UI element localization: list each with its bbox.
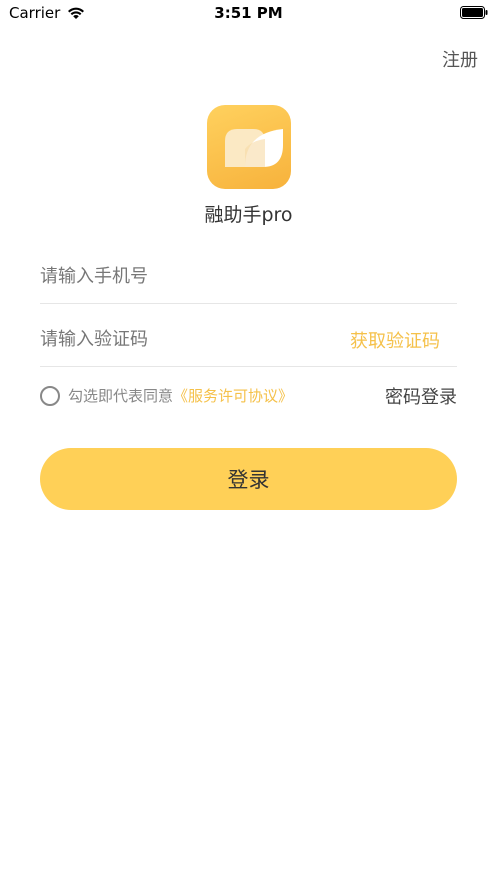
agreement-prefix: 勾选即代表同意 [68,387,174,405]
service-agreement-link[interactable]: 《服务许可协议》 [173,387,293,405]
app-logo [207,105,291,189]
agreement-row: 勾选即代表同意《服务许可协议》 密码登录 [40,384,457,408]
login-button[interactable]: 登录 [40,448,457,510]
get-code-button[interactable]: 获取验证码 [350,327,440,353]
app-name: 融助手pro [204,204,293,226]
app-logo-icon [225,129,283,167]
code-field: 获取验证码 [40,311,457,367]
status-bar: Carrier 3:51 PM [0,0,497,26]
status-time: 3:51 PM [214,4,283,22]
phone-field [40,248,457,304]
phone-input[interactable] [40,248,340,304]
password-login-link[interactable]: 密码登录 [385,383,457,409]
register-link[interactable]: 注册 [442,46,478,72]
verification-code-input[interactable] [40,311,340,367]
battery-icon [460,6,488,19]
agreement-text: 勾选即代表同意《服务许可协议》 [68,385,293,406]
agreement-checkbox[interactable] [40,386,60,406]
login-screen: Carrier 3:51 PM 注册 融助手pro 获取验证码 [0,0,497,883]
